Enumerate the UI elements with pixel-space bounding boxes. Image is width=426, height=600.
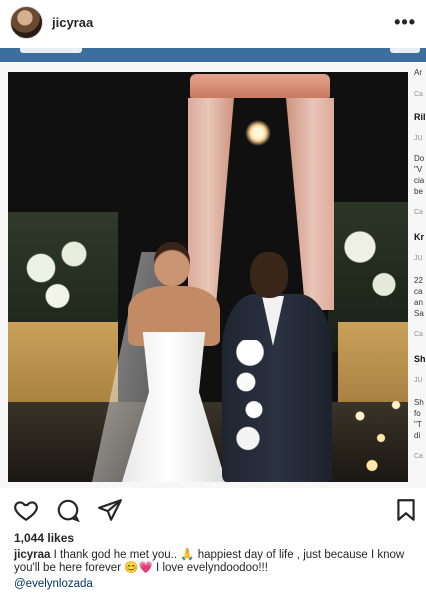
- username[interactable]: jicyraa: [52, 15, 93, 30]
- sidebar-snippet: fo: [414, 409, 421, 418]
- bride: [92, 242, 242, 482]
- heart-icon[interactable]: [12, 496, 40, 524]
- sidebar-snippet: di: [414, 431, 421, 440]
- screenshot-topbar: [0, 48, 426, 62]
- sidebar-snippet: Ar: [414, 68, 422, 77]
- more-icon[interactable]: •••: [394, 13, 416, 31]
- sidebar-snippet: Ril: [414, 112, 426, 122]
- action-bar: [0, 490, 426, 530]
- gazebo-canopy: [190, 74, 330, 98]
- sidebar-snippet: JU: [414, 377, 423, 384]
- sidebar-snippet: Ca: [414, 91, 423, 98]
- sidebar-snippet: Ca: [414, 453, 423, 460]
- screenshot-sidebar: Ar Ca Ril JU Do "V cia be Ca Kr JU 22 ca…: [410, 62, 426, 488]
- sidebar-snippet: JU: [414, 135, 423, 142]
- sidebar-snippet: Kr: [414, 232, 425, 242]
- sidebar-snippet: an: [414, 298, 423, 307]
- sidebar-snippet: Sh: [414, 354, 426, 364]
- post-caption: jicyraa I thank god he met you.. 🙏 happi…: [14, 549, 418, 575]
- screenshot-tab: [390, 48, 420, 53]
- sidebar-snippet: Sa: [414, 309, 424, 318]
- share-icon[interactable]: [96, 496, 124, 524]
- wedding-photo[interactable]: [8, 72, 408, 482]
- sidebar-snippet: Ca: [414, 331, 423, 338]
- sidebar-snippet: ca: [414, 287, 423, 296]
- sidebar-snippet: Do: [414, 154, 425, 163]
- caption-username[interactable]: jicyraa: [14, 549, 50, 561]
- sidebar-snippet: "V: [414, 165, 423, 174]
- bouquet: [230, 340, 270, 460]
- sidebar-snippet: Sh: [414, 398, 424, 407]
- sidebar-snippet: "T: [414, 420, 422, 429]
- screenshot-tab: [20, 48, 82, 53]
- bookmark-icon[interactable]: [392, 496, 420, 524]
- caption-text: I thank god he met you.. 🙏 happiest day …: [14, 549, 405, 574]
- lantern: [245, 120, 271, 146]
- sidebar-snippet: JU: [414, 255, 423, 262]
- mention-link[interactable]: @evelynlozada: [14, 578, 93, 590]
- post-header: jicyraa •••: [0, 0, 426, 44]
- sidebar-snippet: Ca: [414, 209, 423, 216]
- comment-icon[interactable]: [54, 496, 82, 524]
- sidebar-snippet: cia: [414, 176, 425, 185]
- sidebar-snippet: 22: [414, 276, 423, 285]
- sidebar-snippet: be: [414, 187, 423, 196]
- likes-count[interactable]: 1,044 likes: [14, 531, 74, 545]
- avatar[interactable]: [10, 5, 43, 39]
- candles: [348, 372, 408, 482]
